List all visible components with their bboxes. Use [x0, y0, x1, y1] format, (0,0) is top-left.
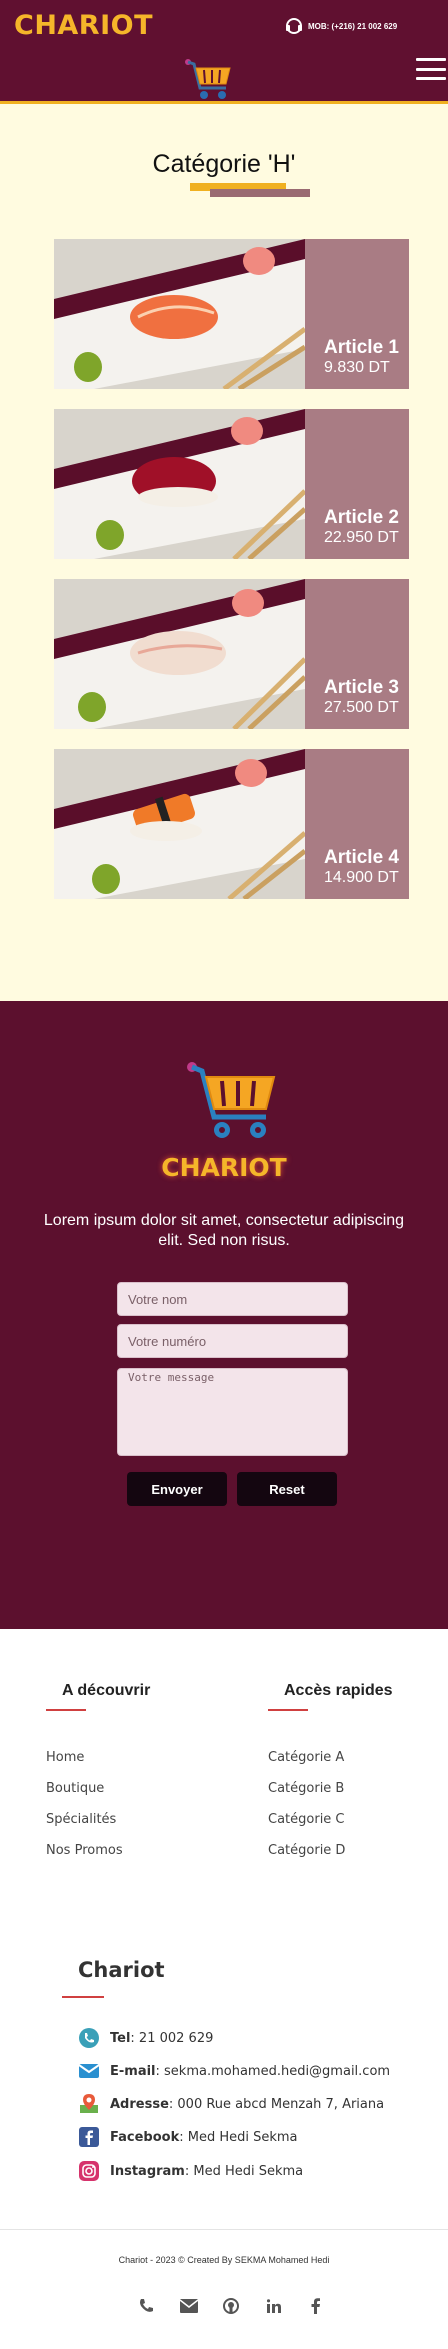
- send-button[interactable]: Envoyer: [127, 1472, 227, 1506]
- footer-description: Lorem ipsum dolor sit amet, consectetur …: [43, 1212, 405, 1249]
- cart-icon[interactable]: [182, 56, 234, 102]
- info-instagram[interactable]: Instagram: Med Hedi Sekma: [78, 2160, 303, 2182]
- info-tel[interactable]: Tel: 21 002 629: [78, 2027, 213, 2049]
- brand-logo[interactable]: CHARIOT: [14, 10, 153, 41]
- article-name: Article 3: [324, 677, 399, 698]
- article-card[interactable]: Article 2 22.950 DT: [54, 409, 409, 559]
- site-header: CHARIOT MOB: (+216) 21 002 629: [0, 0, 448, 104]
- article-name: Article 2: [324, 507, 399, 528]
- mail-icon[interactable]: [179, 2296, 199, 2316]
- linkedin-icon[interactable]: [264, 2296, 284, 2316]
- article-photo: [54, 409, 305, 559]
- tel-label: Tel: [110, 2030, 131, 2046]
- article-photo: [54, 579, 305, 729]
- info-email[interactable]: E-mail: sekma.mohamed.hedi@gmail.com: [78, 2060, 390, 2082]
- info-heading: Chariot: [78, 1958, 165, 1982]
- cart-logo-icon: [187, 1062, 276, 1138]
- github-icon[interactable]: [221, 2296, 241, 2316]
- page-title: Catégorie 'H': [152, 150, 296, 178]
- address-value: : 000 Rue abcd Menzah 7, Ariana: [168, 2096, 385, 2112]
- instagram-value: : Med Hedi Sekma: [184, 2163, 304, 2179]
- name-input[interactable]: Votre nom: [117, 1282, 348, 1316]
- article-photo: [54, 239, 305, 389]
- article-info: Article 3 27.500 DT: [305, 579, 409, 729]
- title-underline-shadow: [210, 189, 310, 197]
- info-address[interactable]: Adresse: 000 Rue abcd Menzah 7, Ariana: [78, 2093, 384, 2115]
- article-name: Article 1: [324, 337, 399, 358]
- phone-number: MOB: (+216) 21 002 629: [308, 21, 398, 31]
- info-underline: [62, 1996, 104, 1998]
- article-price: 14.900 DT: [324, 869, 399, 886]
- quick-access-underline: [268, 1709, 308, 1711]
- copyright-text: Chariot - 2023 © Created By SEKMA Mohame…: [118, 2255, 330, 2265]
- instagram-icon: [78, 2160, 100, 2182]
- address-label: Adresse: [110, 2096, 169, 2112]
- hamburger-menu-icon[interactable]: [416, 58, 446, 80]
- footer-link-categorie-b[interactable]: Catégorie B: [268, 1781, 344, 1796]
- footer-link-boutique[interactable]: Boutique: [46, 1781, 104, 1796]
- bottom-footer: Chariot - 2023 © Created By SEKMA Mohame…: [0, 2229, 448, 2349]
- article-info: Article 4 14.900 DT: [305, 749, 409, 899]
- discover-underline: [46, 1709, 86, 1711]
- facebook-label: Facebook: [110, 2129, 180, 2145]
- article-name: Article 4: [324, 847, 399, 868]
- mail-icon: [78, 2060, 100, 2082]
- quick-access-heading: Accès rapides: [284, 1682, 393, 1699]
- facebook-value: : Med Hedi Sekma: [179, 2129, 298, 2145]
- article-card[interactable]: Article 1 9.830 DT: [54, 239, 409, 389]
- footer-link-home[interactable]: Home: [46, 1750, 84, 1765]
- number-input[interactable]: Votre numéro: [117, 1324, 348, 1358]
- footer-link-categorie-c[interactable]: Catégorie C: [268, 1812, 345, 1827]
- footer-link-promos[interactable]: Nos Promos: [46, 1843, 123, 1858]
- article-price: 9.830 DT: [324, 359, 390, 376]
- info-facebook[interactable]: Facebook: Med Hedi Sekma: [78, 2126, 298, 2148]
- instagram-label: Instagram: [110, 2163, 185, 2179]
- footer-brand: CHARIOT: [161, 1153, 287, 1182]
- discover-heading: A découvrir: [62, 1682, 151, 1699]
- article-photo: [54, 749, 305, 899]
- facebook-icon: [78, 2126, 100, 2148]
- reset-button[interactable]: Reset: [237, 1472, 337, 1506]
- facebook-icon[interactable]: [306, 2296, 326, 2316]
- footer-link-categorie-d[interactable]: Catégorie D: [268, 1843, 345, 1858]
- social-links: [136, 2296, 326, 2316]
- article-info: Article 1 9.830 DT: [305, 239, 409, 389]
- email-label: E-mail: [110, 2063, 156, 2079]
- footer-link-specialites[interactable]: Spécialités: [46, 1812, 116, 1827]
- email-value: : sekma.mohamed.hedi@gmail.com: [155, 2063, 391, 2079]
- footer-link-categorie-a[interactable]: Catégorie A: [268, 1750, 344, 1765]
- article-card[interactable]: Article 4 14.900 DT: [54, 749, 409, 899]
- tel-value: : 21 002 629: [130, 2030, 214, 2046]
- article-card[interactable]: Article 3 27.500 DT: [54, 579, 409, 729]
- contact-section: CHARIOT Lorem ipsum dolor sit amet, cons…: [0, 1001, 448, 1629]
- phone-icon: [78, 2027, 100, 2049]
- phone-icon[interactable]: [136, 2296, 156, 2316]
- article-price: 22.950 DT: [324, 529, 399, 546]
- map-pin-icon: [78, 2093, 100, 2115]
- message-textarea[interactable]: Votre message: [117, 1368, 348, 1456]
- headset-icon: [286, 18, 302, 34]
- article-info: Article 2 22.950 DT: [305, 409, 409, 559]
- phone-contact[interactable]: MOB: (+216) 21 002 629: [284, 16, 397, 36]
- links-section: A découvrir Accès rapides Home Boutique …: [0, 1629, 448, 2229]
- article-price: 27.500 DT: [324, 699, 399, 716]
